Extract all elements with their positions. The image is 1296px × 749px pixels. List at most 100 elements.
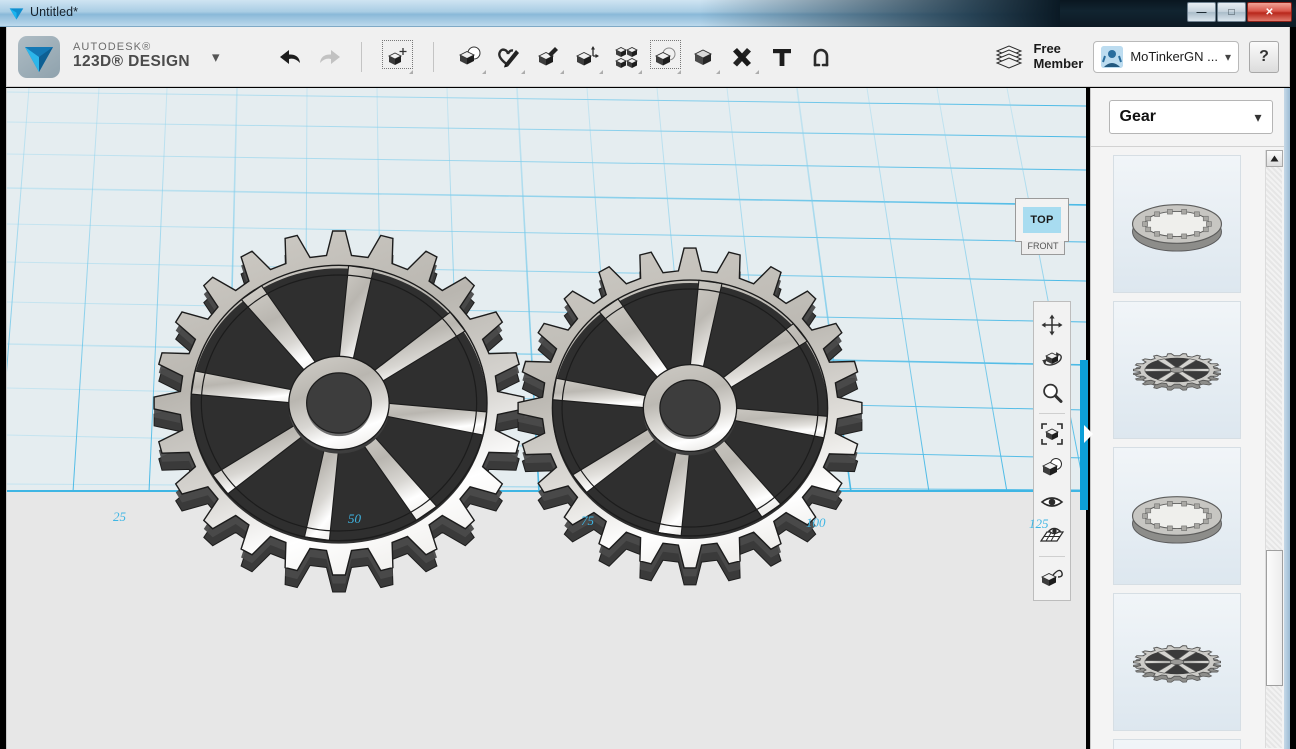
orbit-cube-icon [1042,352,1062,366]
tool-overflow-corner [520,69,525,74]
panel-scrollbar[interactable] [1265,150,1283,748]
viewport-3d[interactable]: {} TOP FRONT [6,88,1086,749]
orbit-tool[interactable] [1035,342,1069,376]
gear-models[interactable]: {} [7,88,1086,749]
four-arrows-pan-icon [1041,314,1063,336]
chevron-right-icon [1084,425,1093,443]
ruler-pencil-cross-icon [733,47,752,66]
construct-tool[interactable] [529,35,568,79]
undo-button[interactable] [277,47,303,67]
magnet-icon [813,48,829,66]
panel-right-edge [1284,88,1290,749]
maximize-button[interactable]: □ [1217,2,1246,22]
header-right: Free Member MoTinkerGN ... ▾ ? [994,40,1289,73]
help-button[interactable]: ? [1249,40,1279,73]
minimize-button[interactable]: — [1187,2,1216,22]
category-dropdown[interactable]: Gear ▾ [1108,100,1273,134]
tools-toolbar [378,35,841,79]
app-header: AUTODESK® 123D® DESIGN ▾ Free Member MoT… [6,27,1290,87]
measure-tool[interactable] [724,35,763,79]
visibility-tool[interactable] [1035,485,1069,519]
title-bar-fade [700,0,1060,27]
sketch-pencil-icon [498,47,520,67]
modify-tool[interactable] [568,35,607,79]
panel-header: Gear ▾ [1091,88,1290,146]
tool-overflow-corner [598,69,603,74]
zoom-tool[interactable] [1035,376,1069,410]
user-avatar-icon [1101,45,1124,68]
brand-text: AUTODESK® 123D® DESIGN [73,41,191,71]
thumb-ring-gear-1[interactable] [1113,155,1241,293]
chevron-down-icon: ▾ [1254,108,1262,125]
spoked-gear-icon [1133,353,1221,391]
transform-tool[interactable] [378,35,417,79]
autodesk-triangle-icon [9,8,24,20]
internal-ring-gear-icon [1131,204,1223,252]
brand-line-2: 123D® DESIGN [73,53,191,71]
gear-left[interactable] [153,230,525,593]
cube-arrows-icon [576,45,600,65]
cube-material-icon [1040,569,1063,586]
scrollbar-thumb[interactable] [1266,550,1283,686]
thumb-spoked-gear-2[interactable] [1113,593,1241,731]
membership-badge[interactable]: Free Member [994,40,1083,72]
fit-cube-brackets-icon [1041,423,1063,445]
stack-layers-icon [996,44,1023,69]
thumb-ring-gear-3[interactable] [1113,739,1241,749]
view-cube[interactable]: TOP FRONT [1015,198,1069,255]
toolbar-divider-1 [360,41,362,72]
tool-overflow-corner [481,69,486,74]
redo-button[interactable] [317,47,343,67]
close-button[interactable]: ✕ [1247,2,1292,22]
material-tool[interactable] [1035,560,1069,594]
ruler-label-25: 25 [113,509,126,524]
triangle-up-icon[interactable] [1266,150,1283,167]
view-cube-top-label: TOP [1023,207,1061,233]
primitives-tool[interactable] [451,35,490,79]
title-bar: Untitled* — □ ✕ [0,0,1296,27]
chevron-down-icon[interactable]: ▾ [212,48,220,66]
tool-overflow-corner [754,69,759,74]
ruler-label-75: 75 [581,513,594,528]
thumb-spoked-gear-1[interactable] [1113,301,1241,439]
nav-divider-1 [1039,413,1065,414]
display-mode-tool[interactable] [1035,451,1069,485]
view-cube-front-face[interactable]: FRONT [1021,241,1065,255]
solid-cube-icon [694,48,713,65]
cube-boolean-icon [655,47,676,65]
cube-shading-icon [1041,458,1062,476]
text-tool[interactable] [763,35,802,79]
category-label: Gear [1119,108,1156,125]
cube-sphere-icon [459,46,481,64]
account-name: MoTinkerGN ... [1130,49,1218,64]
membership-line-1: Free [1033,40,1061,56]
ruler-label-50: 50 [348,511,361,526]
spoked-gear-icon [1133,645,1221,683]
gear-right[interactable] [517,247,863,586]
autodesk-123d-logo-icon [18,35,60,78]
nav-divider-2 [1039,556,1065,557]
window-controls: — □ ✕ [1187,2,1292,22]
tool-overflow-corner [715,69,720,74]
tool-overflow-corner [559,69,564,74]
brand-area[interactable]: AUTODESK® 123D® DESIGN ▾ [7,35,220,78]
app-window: Untitled* — □ ✕ AUTODESK® 123D® DESIGN ▾ [0,0,1296,749]
snap-tool[interactable] [802,35,841,79]
cube-pencil-icon [538,46,559,65]
membership-label: Free Member [1033,40,1083,72]
thumb-ring-gear-2[interactable] [1113,447,1241,585]
fit-to-view-tool[interactable] [1035,417,1069,451]
pan-tool[interactable] [1035,308,1069,342]
history-buttons [277,47,343,67]
parts-panel: Gear ▾ [1090,88,1290,749]
combine-tool[interactable] [646,35,685,79]
sketch-tool[interactable] [490,35,529,79]
tool-overflow-corner [408,69,413,74]
view-cube-top-face[interactable]: TOP [1015,198,1069,242]
pattern-tool[interactable] [607,35,646,79]
tool-overflow-corner [676,69,681,74]
group-tool[interactable] [685,35,724,79]
internal-ring-gear-icon [1131,496,1223,544]
thumbnail-list[interactable] [1091,147,1273,749]
account-dropdown[interactable]: MoTinkerGN ... ▾ [1093,40,1239,73]
